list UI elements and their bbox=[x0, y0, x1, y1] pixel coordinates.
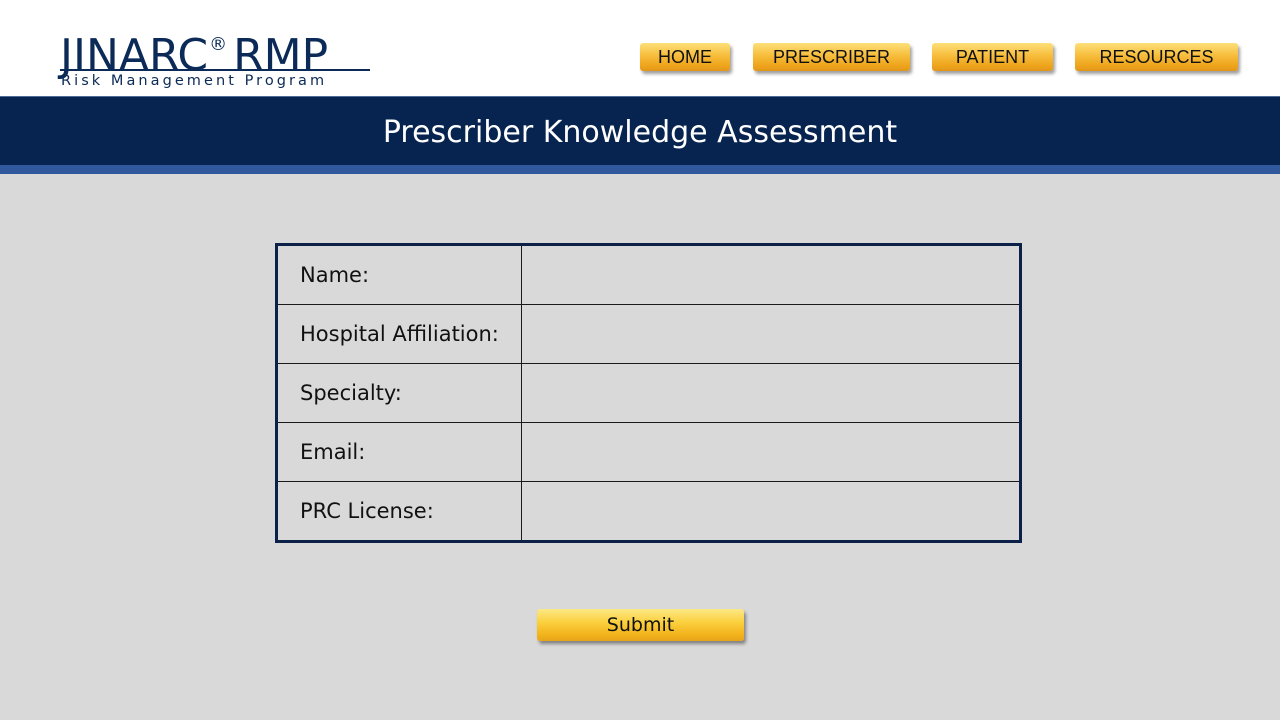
form-row-email: Email: bbox=[276, 422, 1022, 482]
top-nav: HOME PRESCRIBER PATIENT RESOURCES bbox=[0, 43, 1280, 73]
hospital-affiliation-input[interactable] bbox=[521, 306, 1019, 362]
prc-license-input[interactable] bbox=[521, 483, 1019, 539]
email-input[interactable] bbox=[521, 424, 1019, 480]
form-row-prc-license: PRC License: bbox=[276, 481, 1022, 542]
specialty-field-cell bbox=[520, 363, 1022, 423]
page-title: Prescriber Knowledge Assessment bbox=[382, 115, 898, 150]
email-label: Email: bbox=[276, 422, 522, 482]
specialty-input[interactable] bbox=[521, 365, 1019, 421]
prc-license-field-cell bbox=[520, 481, 1022, 542]
hospital-affiliation-field-cell bbox=[520, 304, 1022, 364]
submit-button[interactable]: Submit bbox=[537, 609, 744, 641]
prc-license-label: PRC License: bbox=[276, 481, 522, 542]
form-row-specialty: Specialty: bbox=[276, 363, 1022, 423]
nav-prescriber-button[interactable]: PRESCRIBER bbox=[753, 43, 910, 71]
form-row-name: Name: bbox=[276, 244, 1022, 305]
email-field-cell bbox=[520, 422, 1022, 482]
name-field-cell bbox=[520, 244, 1022, 305]
header: JINARC® RMP Risk Management Program HOME … bbox=[0, 0, 1280, 96]
nav-patient-button[interactable]: PATIENT bbox=[932, 43, 1053, 71]
specialty-label: Specialty: bbox=[276, 363, 522, 423]
nav-resources-button[interactable]: RESOURCES bbox=[1075, 43, 1238, 71]
nav-home-button[interactable]: HOME bbox=[640, 43, 730, 71]
logo-subtitle: Risk Management Program bbox=[61, 73, 328, 89]
name-label: Name: bbox=[276, 244, 522, 305]
name-input[interactable] bbox=[521, 247, 1019, 303]
banner-stripe bbox=[0, 165, 1280, 174]
prescriber-info-form: Name: Hospital Affiliation: Specialty: E… bbox=[275, 243, 1022, 543]
title-banner: Prescriber Knowledge Assessment bbox=[0, 97, 1280, 165]
hospital-affiliation-label: Hospital Affiliation: bbox=[276, 304, 522, 364]
form-row-hospital-affiliation: Hospital Affiliation: bbox=[276, 304, 1022, 364]
